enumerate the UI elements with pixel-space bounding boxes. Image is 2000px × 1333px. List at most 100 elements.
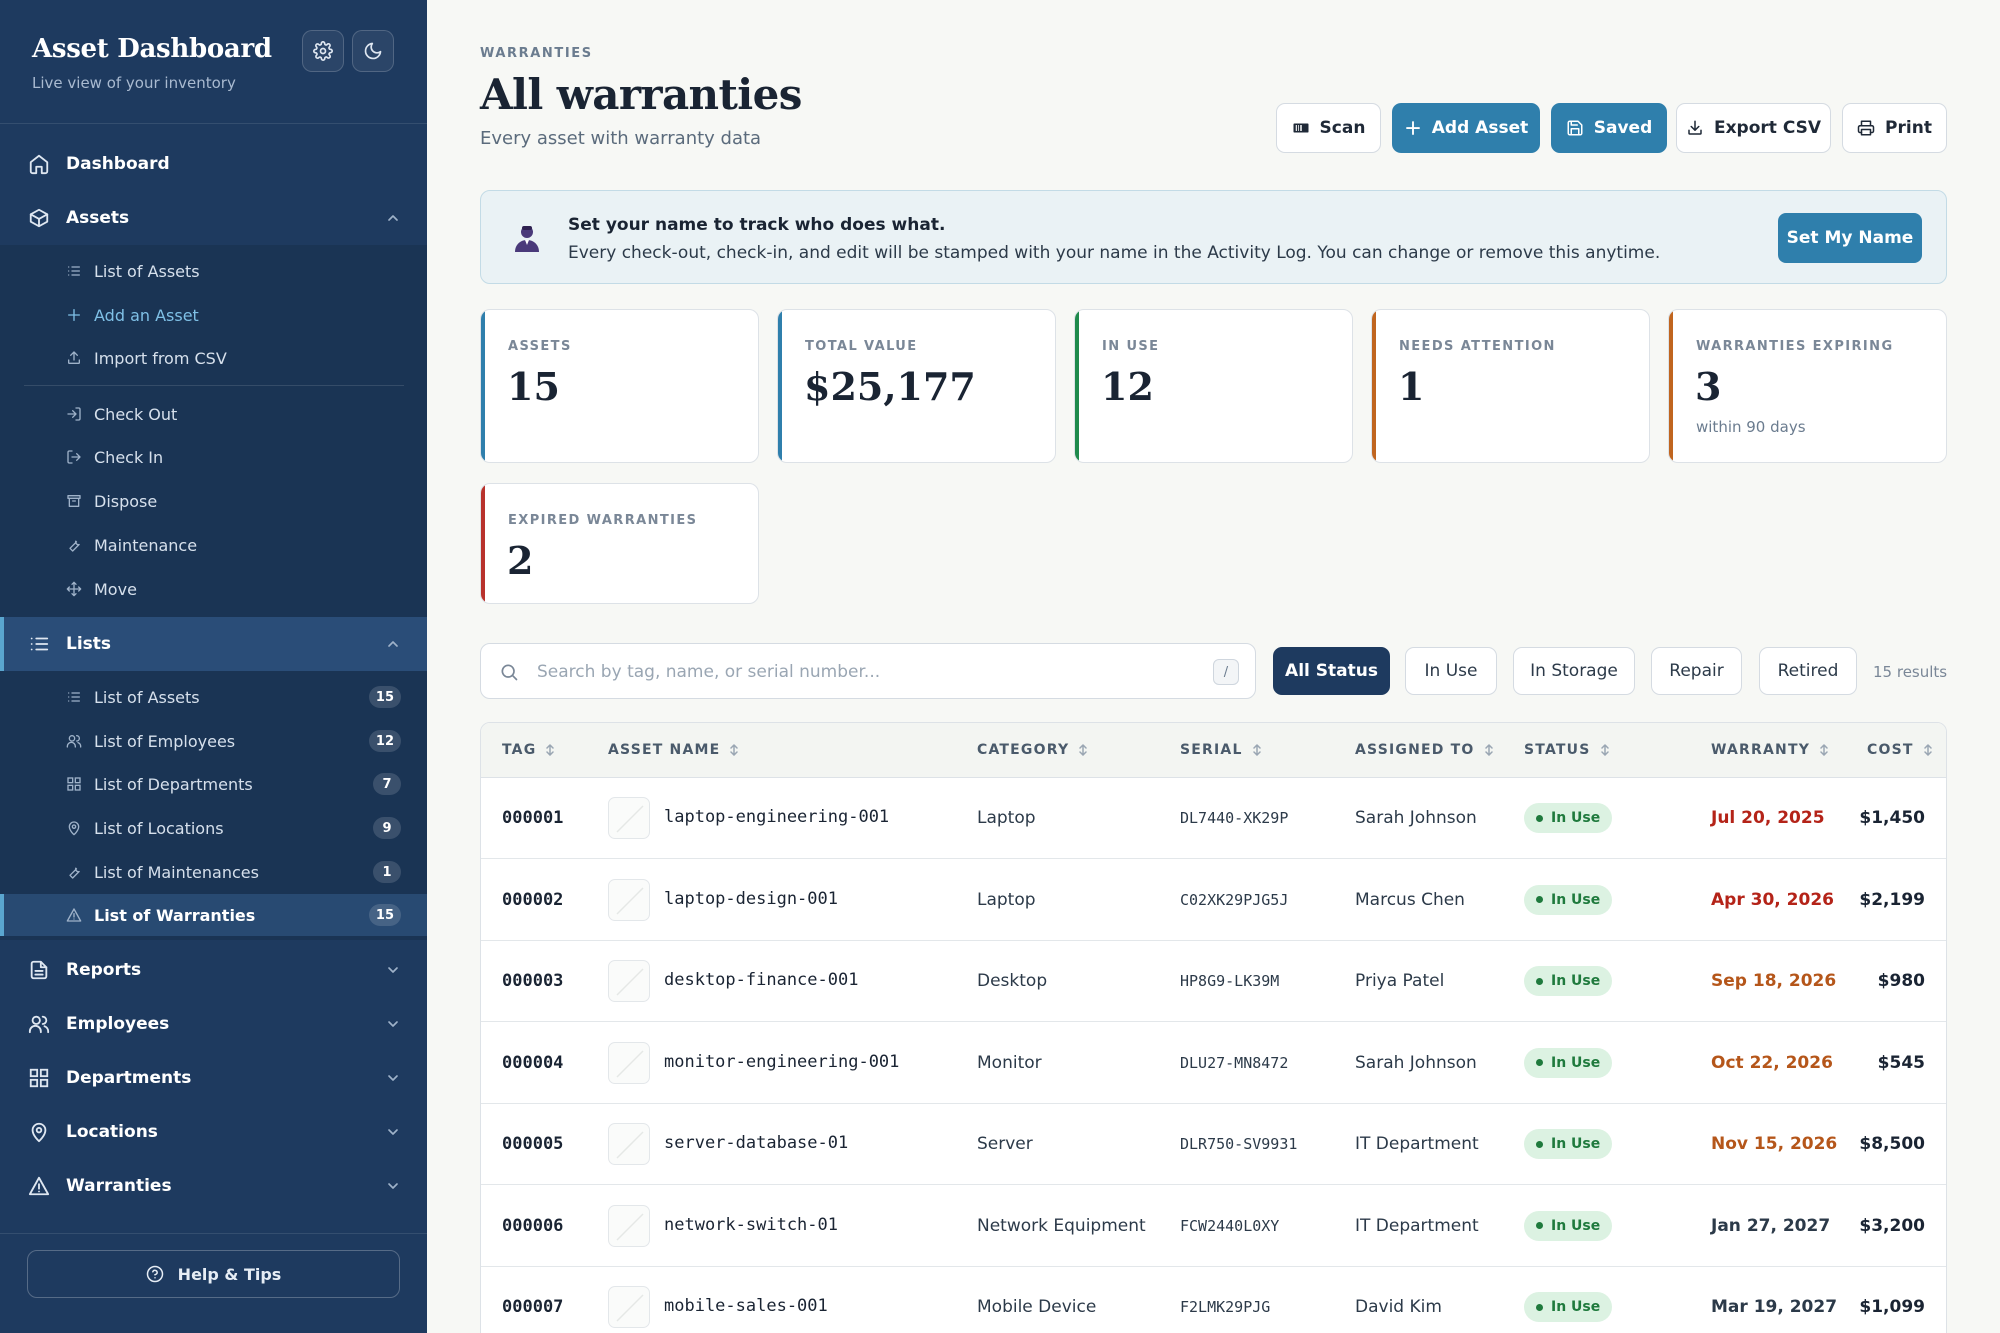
- filter-in-use[interactable]: In Use: [1405, 647, 1497, 695]
- sort-icon: [1820, 744, 1828, 756]
- grid-icon: [29, 1068, 49, 1088]
- cell-assigned-to: IT Department: [1355, 1215, 1479, 1236]
- col-assigned-to[interactable]: ASSIGNED TO: [1355, 742, 1495, 758]
- print-button[interactable]: Print: [1842, 103, 1947, 153]
- sub-list-of-assets-2[interactable]: List of Assets 15: [0, 676, 427, 718]
- filter-retired[interactable]: Retired: [1759, 647, 1857, 695]
- sub-maintenance[interactable]: Maintenance: [0, 524, 427, 566]
- nav-assets[interactable]: Assets: [0, 191, 427, 245]
- cell-cost: $1,099: [1859, 1297, 1925, 1317]
- cell-asset-name[interactable]: laptop-engineering-001: [664, 807, 889, 827]
- cell-tag: 000001: [502, 808, 564, 828]
- count-badge: 9: [373, 817, 401, 839]
- cell-asset-name[interactable]: server-database-01: [664, 1133, 848, 1153]
- sub-import-from-csv[interactable]: Import from CSV: [0, 337, 427, 379]
- stat-accent-bar: [481, 484, 485, 603]
- gear-icon: [313, 41, 333, 61]
- nav-departments[interactable]: Departments: [0, 1051, 427, 1105]
- sub-list-of-warranties[interactable]: List of Warranties 15: [0, 894, 427, 936]
- sub-move-label: Move: [94, 579, 137, 599]
- cell-cost: $980: [1877, 971, 1925, 991]
- table-row[interactable]: 000007 mobile-sales-001 Mobile Device F2LMK…: [481, 1267, 1946, 1333]
- box-icon: [29, 208, 49, 228]
- cell-asset-name[interactable]: monitor-engineering-001: [664, 1052, 899, 1072]
- nav-locations-label: Locations: [66, 1122, 158, 1142]
- table-row[interactable]: 000001 laptop-engineering-001 Laptop DL7440…: [481, 778, 1946, 859]
- chevron-down-icon: [388, 1183, 398, 1189]
- asset-thumbnail: [608, 878, 650, 921]
- sub-list-of-employees[interactable]: List of Employees 12: [0, 720, 427, 762]
- table-row[interactable]: 000006 network-switch-01 Network Equipment…: [481, 1186, 1946, 1267]
- nav-warranties[interactable]: Warranties: [0, 1159, 427, 1213]
- nav-locations[interactable]: Locations: [0, 1105, 427, 1159]
- theme-toggle-button[interactable]: [352, 30, 394, 72]
- sub-list-of-maintenances[interactable]: List of Maintenances 1: [0, 851, 427, 893]
- table-row[interactable]: 000005 server-database-01 Server DLR750-SV9…: [481, 1104, 1946, 1185]
- barcode-icon: [1293, 123, 1309, 133]
- add-asset-button[interactable]: Add Asset: [1392, 103, 1540, 153]
- status-dot: [1536, 1059, 1543, 1066]
- set-name-banner: Set your name to track who does what. Ev…: [480, 190, 1947, 284]
- users-icon: [28, 1015, 50, 1034]
- cell-category: Mobile Device: [977, 1297, 1097, 1317]
- save-icon: [1567, 120, 1583, 136]
- cell-asset-name[interactable]: mobile-sales-001: [664, 1296, 828, 1316]
- col-status[interactable]: STATUS: [1524, 742, 1611, 758]
- cell-assigned-to: Priya Patel: [1355, 971, 1445, 991]
- help-tips-button[interactable]: Help & Tips: [27, 1250, 400, 1298]
- col-category[interactable]: CATEGORY: [977, 742, 1089, 758]
- col-warranty-label: WARRANTY: [1711, 742, 1811, 758]
- sub-check-in[interactable]: Check In: [0, 436, 427, 478]
- col-assigned-to-label: ASSIGNED TO: [1355, 742, 1475, 758]
- nav-employees-label: Employees: [66, 1014, 170, 1034]
- filter-all-status[interactable]: All Status: [1273, 647, 1390, 695]
- sub-list-of-assets[interactable]: List of Assets: [0, 250, 427, 292]
- cell-asset-name[interactable]: network-switch-01: [664, 1215, 838, 1235]
- status-dot: [1536, 1140, 1543, 1148]
- nav-dashboard[interactable]: Dashboard: [0, 137, 427, 191]
- sub-list-of-departments[interactable]: List of Departments 7: [0, 763, 427, 805]
- nav-employees[interactable]: Employees: [0, 997, 427, 1051]
- sort-icon: [1079, 744, 1088, 756]
- search-input[interactable]: [537, 656, 1177, 688]
- col-serial[interactable]: SERIAL: [1180, 742, 1263, 758]
- table-row[interactable]: 000004 monitor-engineering-001 Monitor DLU2…: [481, 1023, 1946, 1104]
- col-tag[interactable]: TAG: [502, 742, 556, 758]
- set-my-name-button[interactable]: Set My Name: [1778, 213, 1922, 263]
- table-row[interactable]: 000002 laptop-design-001 Laptop C02XK29PJG5…: [481, 860, 1946, 941]
- alert-triangle-icon: [66, 908, 82, 922]
- scan-button[interactable]: Scan: [1276, 103, 1381, 153]
- cell-asset-name[interactable]: laptop-design-001: [664, 889, 838, 909]
- status-badge: In Use: [1524, 1210, 1613, 1241]
- stat-card: ASSETS 15: [480, 309, 759, 463]
- cell-asset-name[interactable]: desktop-finance-001: [664, 970, 858, 990]
- sub-list-of-locations[interactable]: List of Locations 9: [0, 807, 427, 849]
- wrench-icon: [69, 867, 80, 879]
- nav-reports[interactable]: Reports: [0, 943, 427, 997]
- table-row[interactable]: 000003 desktop-finance-001 Desktop HP8G9-LK…: [481, 941, 1946, 1022]
- count-badge: 7: [373, 773, 401, 795]
- filter-in-storage[interactable]: In Storage: [1513, 647, 1635, 695]
- cell-cost: $8,500: [1859, 1134, 1925, 1154]
- stat-label: TOTAL VALUE: [805, 339, 918, 354]
- cell-serial: F2LMK29PJG: [1180, 1298, 1271, 1316]
- stat-label: ASSETS: [508, 339, 572, 354]
- sub-move[interactable]: Move: [0, 568, 427, 610]
- sub-dispose[interactable]: Dispose: [0, 480, 427, 522]
- settings-button[interactable]: [302, 30, 344, 72]
- nav-lists[interactable]: Lists: [0, 617, 427, 671]
- sub-add-an-asset[interactable]: Add an Asset: [0, 294, 427, 336]
- export-csv-button[interactable]: Export CSV: [1676, 103, 1831, 153]
- col-cost[interactable]: COST: [1867, 742, 1934, 758]
- sidebar-footer-divider: [0, 1233, 427, 1234]
- wrench-icon: [69, 540, 80, 552]
- sub-maintenance-label: Maintenance: [94, 535, 198, 555]
- nav-lists-label: Lists: [66, 634, 112, 654]
- col-warranty[interactable]: WARRANTY: [1711, 742, 1830, 758]
- sort-icon: [1600, 744, 1609, 756]
- filter-repair[interactable]: Repair: [1651, 647, 1742, 695]
- sub-check-out[interactable]: Check Out: [0, 393, 427, 435]
- saved-button[interactable]: Saved: [1551, 103, 1667, 153]
- upload-icon: [68, 351, 80, 364]
- col-asset-name[interactable]: ASSET NAME: [608, 742, 740, 758]
